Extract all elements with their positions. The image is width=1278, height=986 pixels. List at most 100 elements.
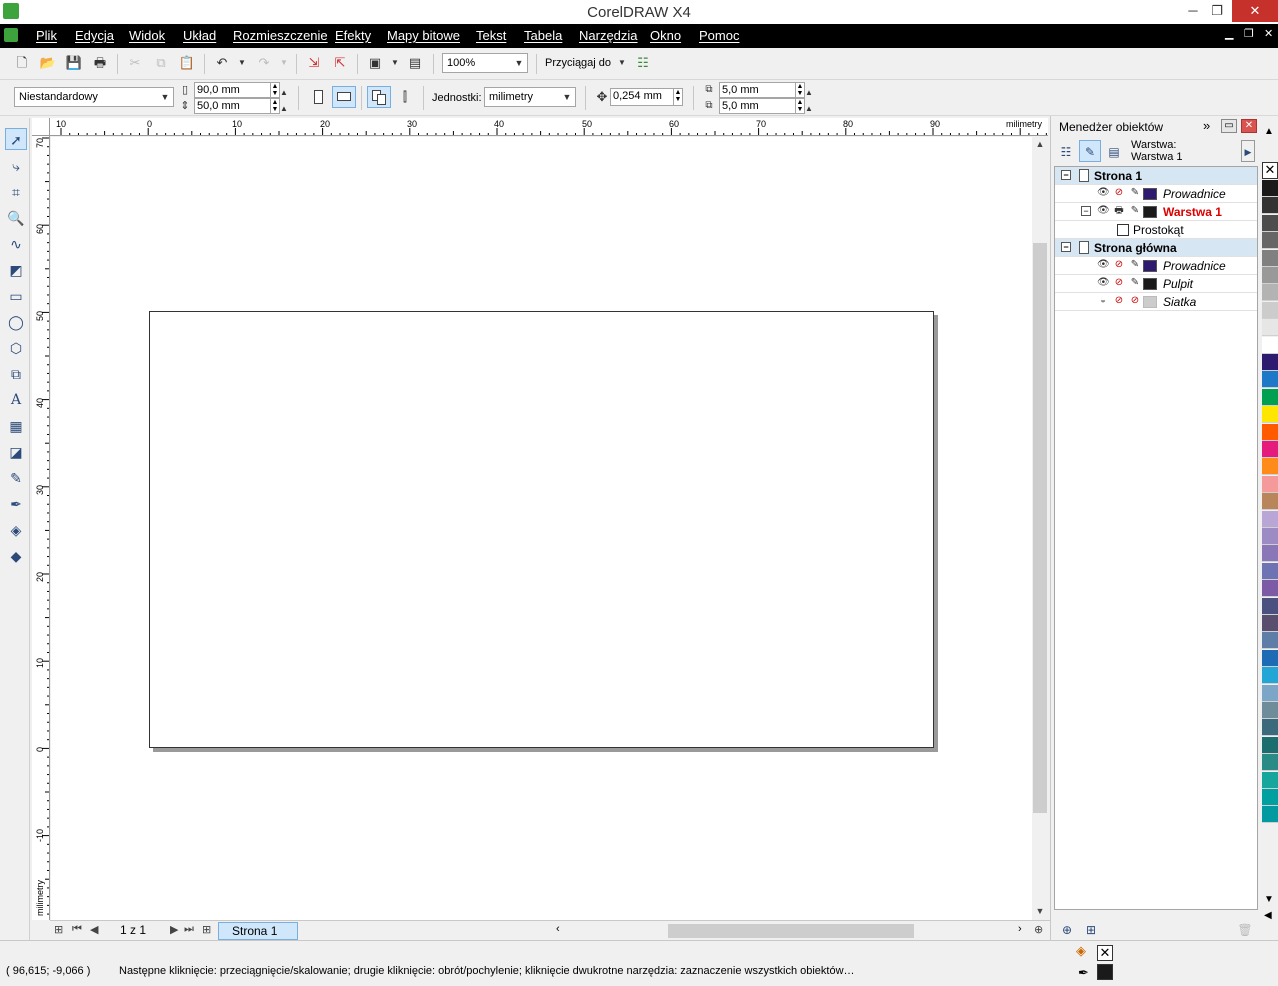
color-swatch[interactable] <box>1262 180 1278 197</box>
fill-color-indicator[interactable]: ✕ <box>1097 945 1113 961</box>
color-swatch[interactable] <box>1262 789 1278 806</box>
units-select[interactable]: milimetry ▼ <box>484 87 576 107</box>
freehand-tool-icon[interactable]: ∿ <box>5 233 27 255</box>
smart-fill-tool-icon[interactable]: ◩ <box>5 259 27 281</box>
menu-file[interactable]: Plik <box>36 28 57 43</box>
layer-color-swatch[interactable] <box>1143 206 1157 218</box>
doc-minimize-icon[interactable]: ▁ <box>1225 27 1233 40</box>
color-swatch[interactable] <box>1262 249 1278 267</box>
color-swatch[interactable] <box>1262 214 1278 232</box>
polygon-tool-icon[interactable]: ⬡ <box>5 337 27 359</box>
new-master-layer-icon[interactable]: ⊞ <box>1080 918 1102 940</box>
scroll-down-icon[interactable]: ▼ <box>1032 906 1048 920</box>
close-button[interactable]: ✕ <box>1232 0 1278 22</box>
docker-close-icon[interactable]: ✕ <box>1241 119 1257 133</box>
color-swatch[interactable] <box>1262 754 1278 772</box>
options-icon[interactable]: ☷ <box>634 54 652 72</box>
vertical-ruler[interactable]: 70 60 50 40 30 20 10 0 -10 milimetry <box>32 136 50 920</box>
outline-color-indicator[interactable] <box>1097 964 1113 980</box>
color-swatch[interactable] <box>1262 615 1278 632</box>
layer-color-swatch[interactable] <box>1143 188 1157 200</box>
eye-hidden-icon[interactable]: ◒ <box>1097 295 1109 307</box>
color-swatch[interactable] <box>1262 441 1278 458</box>
new-layer-icon[interactable]: ⊕ <box>1056 918 1078 940</box>
color-swatch[interactable] <box>1262 702 1278 719</box>
menu-bitmaps[interactable]: Mapy bitowe <box>387 28 460 43</box>
color-swatch[interactable] <box>1262 510 1278 528</box>
redo-icon[interactable]: ↷ <box>255 54 273 72</box>
color-swatch[interactable] <box>1262 545 1278 563</box>
docker-expand-icon[interactable]: » <box>1203 118 1210 133</box>
current-page-toggle[interactable]: ⫿ <box>393 86 417 108</box>
printer-disabled-icon[interactable]: ⊘ <box>1113 277 1125 289</box>
redo-dropdown-icon[interactable]: ▼ <box>275 54 293 72</box>
copy-icon[interactable]: ⧉ <box>152 54 170 72</box>
color-swatch[interactable] <box>1262 319 1278 337</box>
undo-dropdown-icon[interactable]: ▼ <box>233 54 251 72</box>
spin-arrows-icon[interactable]: ▲ ▼ <box>795 99 804 113</box>
color-swatch[interactable] <box>1262 684 1278 702</box>
color-swatch[interactable] <box>1262 284 1278 302</box>
color-swatch[interactable] <box>1262 197 1278 215</box>
edit-across-layers-icon[interactable]: ✎ <box>1079 140 1101 162</box>
vertical-scroll-thumb[interactable] <box>1033 243 1047 813</box>
scroll-up-icon[interactable]: ▲ <box>1032 139 1048 153</box>
color-swatch[interactable] <box>1262 736 1278 754</box>
menu-view[interactable]: Widok <box>129 28 165 43</box>
pick-tool-icon[interactable]: ➚ <box>5 128 27 150</box>
height-stepper-icon[interactable]: ▲ <box>279 100 289 118</box>
horizontal-scrollbar[interactable]: ‹ › <box>554 923 1032 939</box>
dup-y-stepper-icon[interactable]: ▲ <box>804 100 814 118</box>
color-swatch[interactable] <box>1262 423 1278 441</box>
new-document-icon[interactable]: 🗋 <box>13 54 31 72</box>
page-width-input[interactable]: 90,0 mm ▲ ▼ <box>194 82 280 98</box>
horizontal-ruler[interactable]: 10 0 10 20 30 40 50 60 70 80 90 milimetr… <box>50 118 1048 136</box>
color-swatch[interactable] <box>1262 232 1278 250</box>
next-page-icon[interactable]: ▶ <box>170 923 178 936</box>
outline-tool-icon[interactable]: ✒ <box>5 493 27 515</box>
tree-layer-prowadnice[interactable]: 👁 ⊘ ✎ Prowadnice <box>1055 185 1257 203</box>
layer-manager-view-icon[interactable]: ▤ <box>1103 140 1125 162</box>
palette-scroll-down-icon[interactable]: ▼ <box>1264 894 1274 905</box>
export-icon[interactable]: ⇱ <box>331 54 349 72</box>
layer-color-swatch[interactable] <box>1143 278 1157 290</box>
palette-scroll-up-icon[interactable]: ▲ <box>1264 126 1274 137</box>
menu-arrange[interactable]: Rozmieszczenie <box>233 28 328 43</box>
duplicate-distance-y-input[interactable]: 5,0 mm ▲ ▼ <box>719 98 805 114</box>
tree-layer-warstwa-1[interactable]: − 👁 🖶 ✎ Warstwa 1 <box>1055 203 1257 221</box>
add-page-before-icon[interactable]: ⊞ <box>54 923 63 936</box>
color-swatch[interactable] <box>1262 562 1278 580</box>
layer-color-swatch[interactable] <box>1143 260 1157 272</box>
table-tool-icon[interactable]: ▦ <box>5 415 27 437</box>
color-swatch[interactable] <box>1262 336 1278 354</box>
application-launcher-icon[interactable]: ▣ <box>366 54 384 72</box>
menu-tools[interactable]: Narzędzia <box>579 28 638 43</box>
crop-tool-icon[interactable]: ⌗ <box>5 181 27 203</box>
menu-effects[interactable]: Efekty <box>335 28 371 43</box>
doc-restore-icon[interactable]: ❐ <box>1244 27 1254 40</box>
landscape-toggle[interactable] <box>332 86 356 108</box>
eye-icon[interactable]: 👁 <box>1097 277 1110 289</box>
spin-arrows-icon[interactable]: ▲ ▼ <box>270 99 279 113</box>
paste-icon[interactable]: 📋 <box>178 54 196 72</box>
no-color-swatch[interactable]: ✕ <box>1262 162 1278 179</box>
ellipse-tool-icon[interactable]: ◯ <box>5 311 27 333</box>
color-swatch[interactable] <box>1262 771 1278 789</box>
menu-text[interactable]: Tekst <box>476 28 506 43</box>
maximize-button[interactable]: ❐ <box>1202 0 1232 22</box>
color-swatch[interactable] <box>1262 580 1278 598</box>
page-rectangle[interactable] <box>149 311 934 748</box>
pencil-icon[interactable]: ✎ <box>1129 277 1141 289</box>
tree-object-prostokat[interactable]: Prostokąt <box>1055 221 1257 239</box>
color-swatch[interactable] <box>1262 354 1278 371</box>
pencil-icon[interactable]: ✎ <box>1129 187 1141 199</box>
text-tool-icon[interactable]: A <box>5 389 27 411</box>
eye-icon[interactable]: 👁 <box>1097 259 1110 271</box>
print-icon[interactable]: 🖶 <box>91 54 109 72</box>
all-pages-toggle[interactable] <box>367 86 391 108</box>
color-swatch[interactable] <box>1262 632 1278 650</box>
show-object-properties-icon[interactable]: ☷ <box>1055 140 1077 162</box>
color-swatch[interactable] <box>1262 493 1278 511</box>
printer-icon[interactable]: 🖶 <box>1113 205 1125 217</box>
color-swatch[interactable] <box>1262 406 1278 424</box>
